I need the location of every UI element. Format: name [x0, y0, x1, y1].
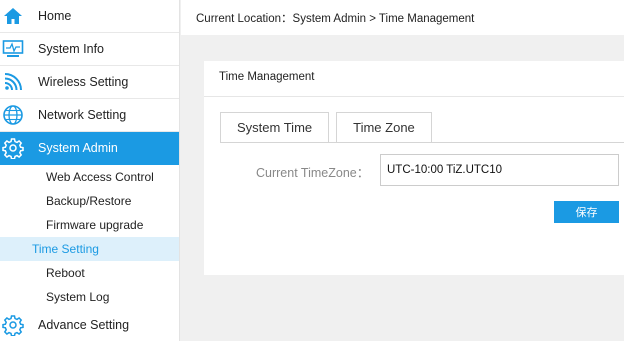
sub-item-reboot[interactable]: Reboot [0, 261, 179, 285]
timezone-label: Current TimeZone： [256, 166, 370, 180]
sidebar-item-label: System Info [38, 42, 104, 56]
sub-item-web-access-control[interactable]: Web Access Control [0, 165, 179, 189]
sidebar-item-home[interactable]: Home [0, 0, 179, 33]
sub-item-firmware-upgrade[interactable]: Firmware upgrade [0, 213, 179, 237]
sidebar-item-system-info[interactable]: System Info [0, 33, 179, 66]
tab-system-time[interactable]: System Time [220, 112, 330, 143]
sidebar-item-label: Advance Setting [38, 318, 130, 332]
sidebar-item-label: Network Setting [38, 108, 127, 122]
sub-item-time-setting[interactable]: Time Setting [0, 237, 179, 261]
breadcrumb-text: Current Location：System Admin > Time Man… [196, 12, 475, 25]
sidebar: Home System Info Wireless Setting Networ… [0, 0, 180, 341]
monitor-icon [2, 38, 24, 60]
tab-bar: System Time Time Zone [220, 112, 439, 143]
home-icon [2, 5, 24, 27]
sidebar-item-label: System Admin [38, 141, 118, 155]
wifi-icon [2, 71, 24, 93]
tab-time-zone[interactable]: Time Zone [336, 112, 432, 143]
time-management-panel: Time Management System Time Time Zone Cu… [204, 61, 624, 275]
panel-title: Time Management [204, 61, 624, 97]
sub-item-system-log[interactable]: System Log [0, 285, 179, 309]
sidebar-item-label: Wireless Setting [38, 75, 129, 89]
sub-item-backup-restore[interactable]: Backup/Restore [0, 189, 179, 213]
sidebar-item-advance-setting[interactable]: Advance Setting [0, 309, 179, 341]
sidebar-item-network-setting[interactable]: Network Setting [0, 99, 179, 132]
sidebar-item-wireless-setting[interactable]: Wireless Setting [0, 66, 179, 99]
gear-icon [2, 137, 24, 159]
breadcrumb: Current Location：System Admin > Time Man… [181, 0, 624, 35]
tab-divider [220, 142, 624, 143]
gear-icon [2, 314, 24, 336]
timezone-field[interactable] [380, 154, 619, 186]
sidebar-item-system-admin[interactable]: System Admin [0, 132, 179, 165]
save-button[interactable]: 保存 [554, 201, 619, 223]
sidebar-item-label: Home [38, 9, 72, 23]
globe-icon [2, 104, 24, 126]
